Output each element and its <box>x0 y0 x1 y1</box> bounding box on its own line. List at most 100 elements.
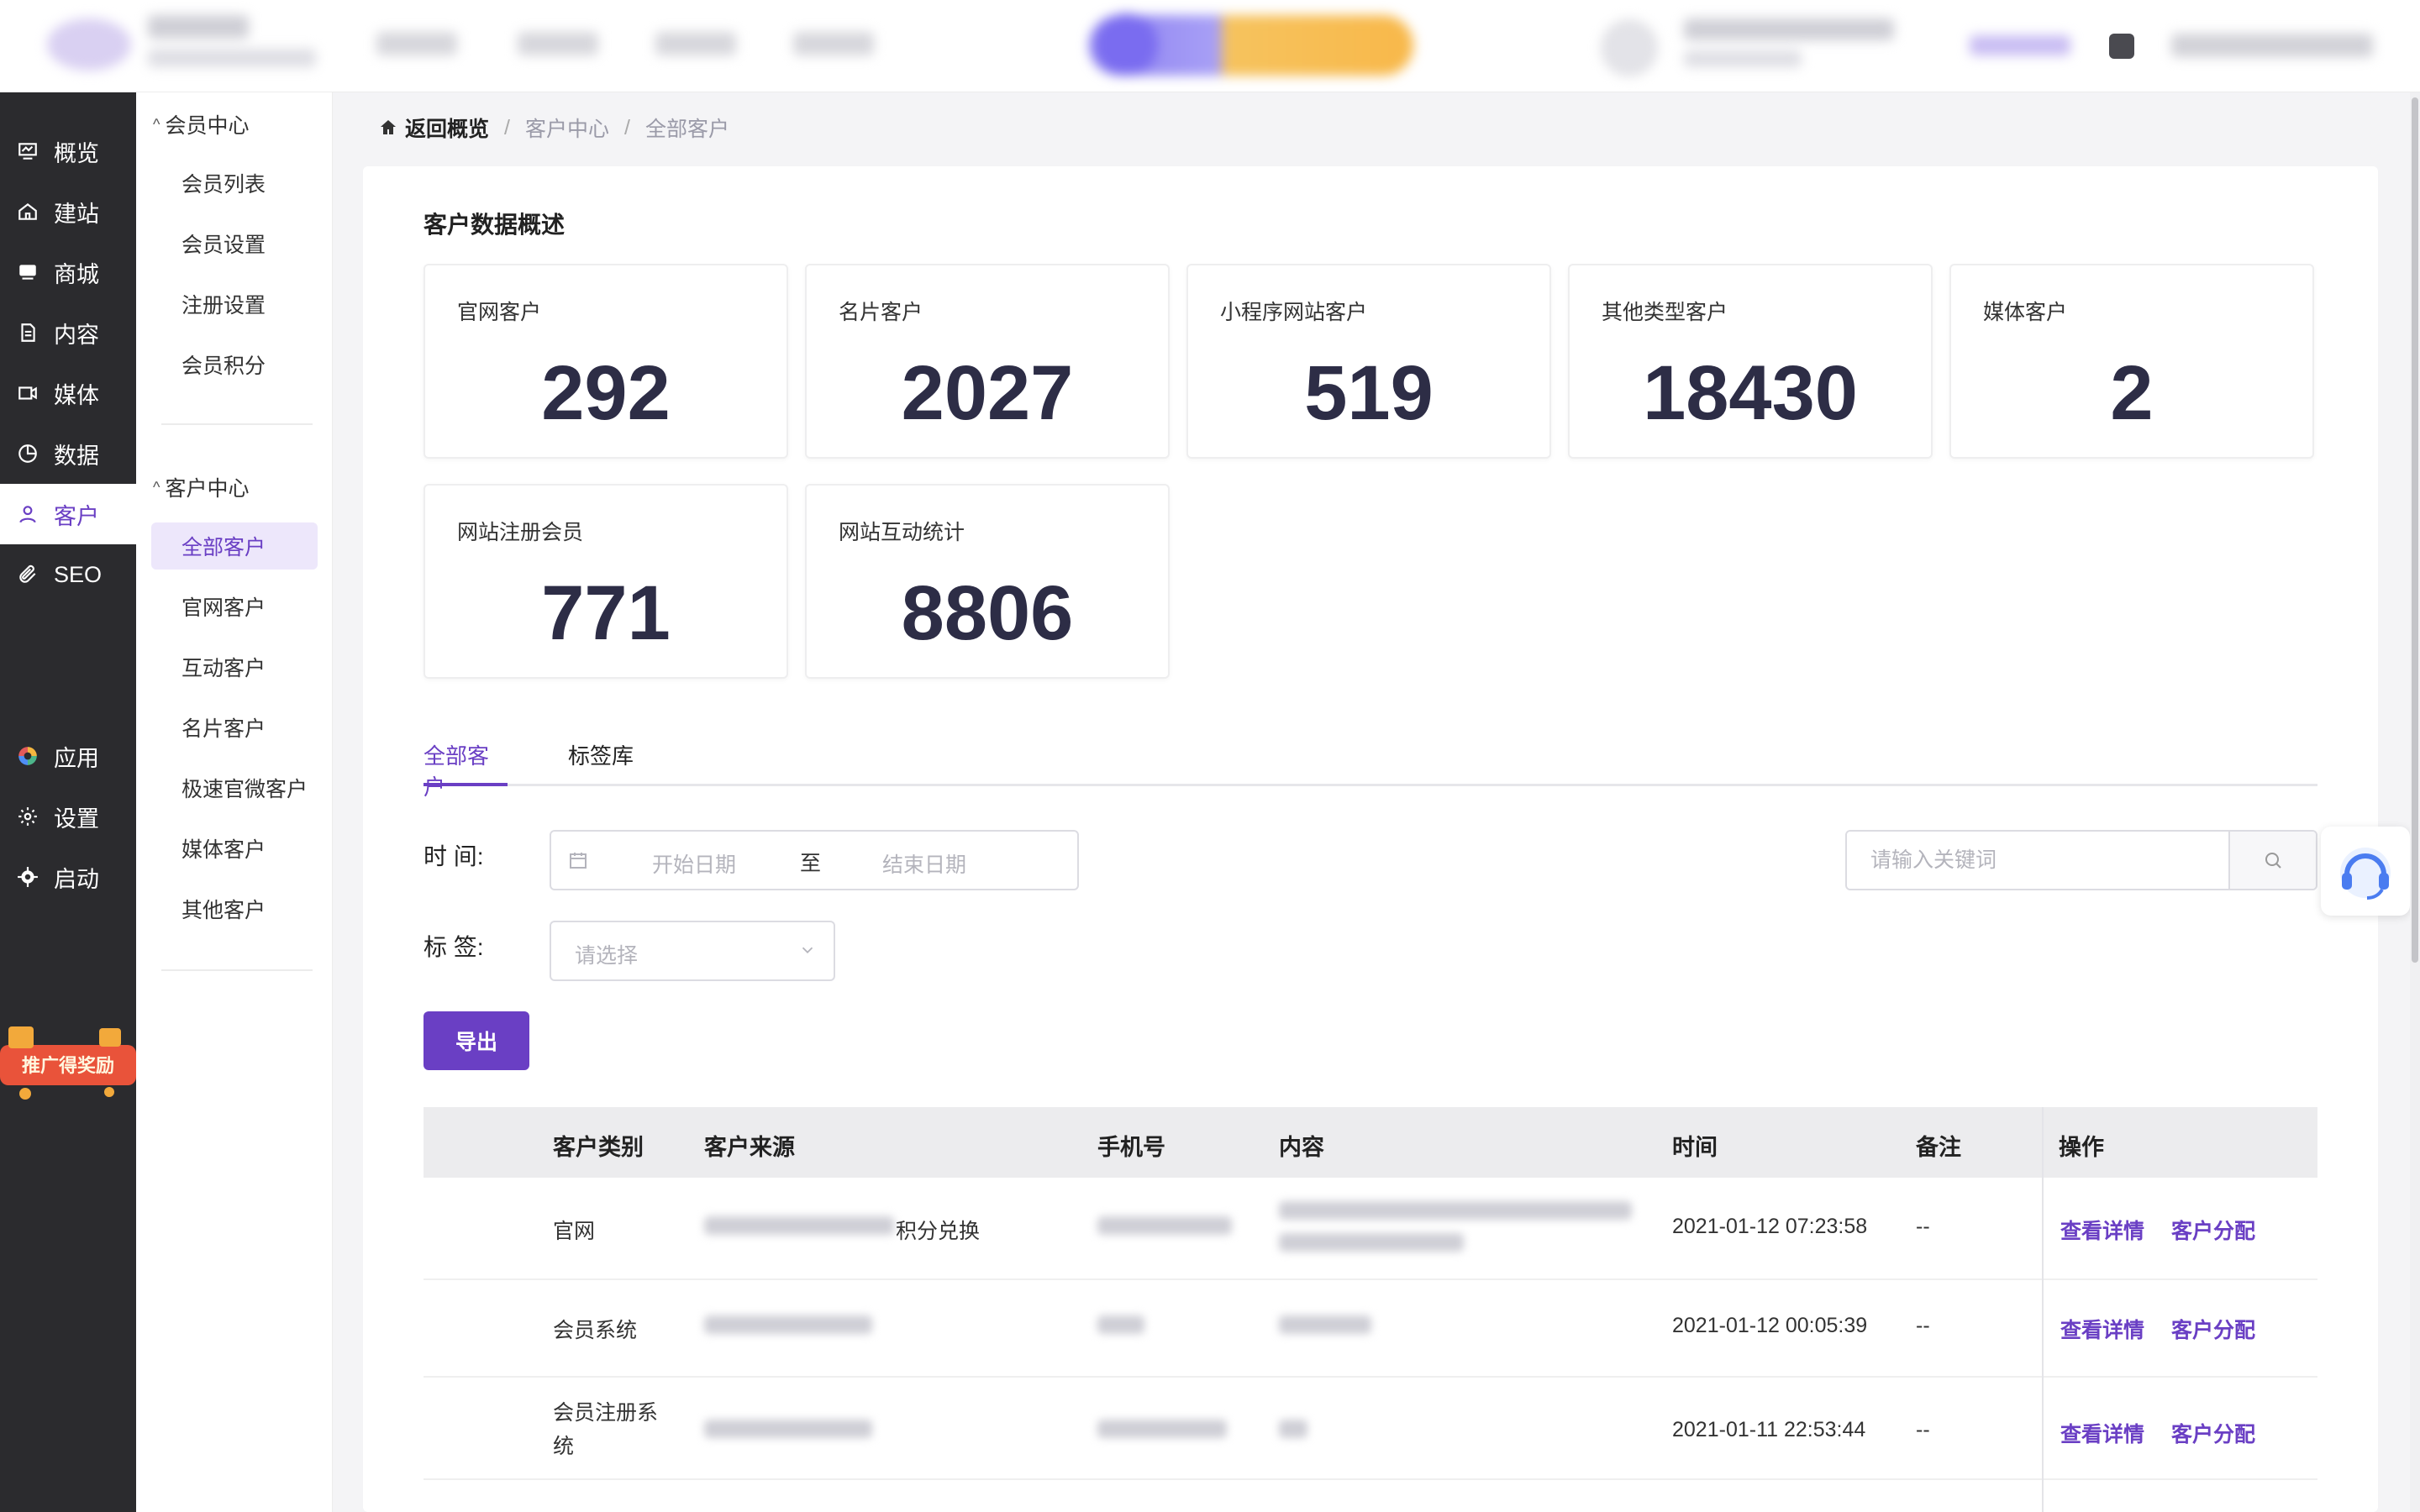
chevron-up-icon: ^ <box>153 478 160 496</box>
stat-card-miniprogram-customers[interactable]: 小程序网站客户 519 <box>1186 264 1551 459</box>
nav-item-customers[interactable]: 客户 <box>0 484 136 544</box>
tag-select[interactable]: 请选择 <box>550 921 835 981</box>
date-range-picker[interactable]: 开始日期 至 结束日期 <box>550 830 1079 890</box>
user-name-blurred <box>1684 18 1894 40</box>
stat-card-other-customers[interactable]: 其他类型客户 18430 <box>1568 264 1933 459</box>
top-nav-item[interactable] <box>793 32 874 55</box>
customer-support-button[interactable] <box>2321 827 2410 916</box>
customer-tabs: 全部客户 标签库 <box>424 731 2317 800</box>
table-row[interactable]: 官网 积分兑换 2021-01-12 07:23:58 -- 查看详情 客户分配 <box>424 1178 2317 1280</box>
cell-source-blurred <box>704 1315 872 1334</box>
assign-customer-link[interactable]: 客户分配 <box>2171 1314 2255 1344</box>
view-detail-link[interactable]: 查看详情 <box>2060 1418 2144 1448</box>
section-title: 客户数据概述 <box>424 212 566 238</box>
breadcrumb-customer-center[interactable]: 客户中心 <box>525 113 609 143</box>
top-nav-item[interactable] <box>518 32 598 55</box>
tag-filter-label: 标 签: <box>424 934 484 960</box>
gear-icon <box>17 806 39 827</box>
subnav-label: 互动客户 <box>182 657 266 680</box>
top-nav-item[interactable] <box>376 32 457 55</box>
start-date-input[interactable]: 开始日期 <box>652 848 736 879</box>
subnav-label: 会员设置 <box>182 234 266 257</box>
col-header-source: 客户来源 <box>704 1135 795 1160</box>
subnav-item-member-list[interactable]: 会员列表 <box>151 160 318 207</box>
nav-item-site[interactable]: 建站 <box>0 181 136 242</box>
keyword-search[interactable] <box>1845 830 2317 890</box>
end-date-input[interactable]: 结束日期 <box>882 848 966 879</box>
subnav-label: 会员积分 <box>182 354 266 378</box>
cell-content-blurred <box>1279 1315 1371 1334</box>
export-button[interactable]: 导出 <box>424 1011 529 1070</box>
search-button[interactable] <box>2228 832 2316 889</box>
top-nav-item[interactable] <box>655 32 736 55</box>
stat-card-site-interactions[interactable]: 网站互动统计 8806 <box>805 484 1170 679</box>
video-icon <box>17 382 39 404</box>
group-customer-center[interactable]: ^ 客户中心 <box>153 472 249 502</box>
subnav-item-member-points[interactable]: 会员积分 <box>151 341 318 388</box>
referral-promo-badge[interactable]: 推广得奖励 <box>0 1023 136 1100</box>
subnav-item-register-settings[interactable]: 注册设置 <box>151 281 318 328</box>
account-menu-blurred[interactable] <box>2171 34 2373 57</box>
subnav-label: 官网客户 <box>182 596 266 620</box>
cell-phone-blurred <box>1097 1216 1232 1235</box>
nav-item-data[interactable]: 数据 <box>0 423 136 484</box>
view-detail-link[interactable]: 查看详情 <box>2060 1215 2144 1245</box>
subnav-item-member-settings[interactable]: 会员设置 <box>151 220 318 267</box>
nav-item-launch[interactable]: 启动 <box>0 847 136 907</box>
nav-item-store[interactable]: 商城 <box>0 242 136 302</box>
nav-item-content[interactable]: 内容 <box>0 302 136 363</box>
cell-content-blurred <box>1279 1420 1307 1438</box>
stat-label: 网站注册会员 <box>457 521 584 544</box>
group-label: 客户中心 <box>165 477 250 501</box>
customer-table: 客户类别 客户来源 手机号 内容 时间 备注 操作 官网 积分兑换 2021-0… <box>424 1107 2317 1512</box>
subnav-item-media-customers[interactable]: 媒体客户 <box>151 825 318 872</box>
nav-item-settings[interactable]: 设置 <box>0 786 136 847</box>
nav-item-overview[interactable]: 概览 <box>0 121 136 181</box>
nav-label: 媒体 <box>54 382 99 408</box>
breadcrumb-home[interactable]: 返回概览 <box>378 113 489 143</box>
cell-source-blurred <box>704 1216 894 1235</box>
view-detail-link[interactable]: 查看详情 <box>2060 1314 2144 1344</box>
stat-label: 官网客户 <box>457 301 542 324</box>
stat-card-registered-members[interactable]: 网站注册会员 771 <box>424 484 788 679</box>
subnav-item-interactive-customers[interactable]: 互动客户 <box>151 643 318 690</box>
subnav-item-fast-site-customers[interactable]: 极速官微客户 <box>151 764 318 811</box>
table-row[interactable]: 会员注册系统 2021-01-11 22:53:44 -- 查看详情 客户分配 <box>424 1378 2317 1480</box>
tab-all-customers[interactable]: 全部客户 <box>424 739 508 800</box>
cell-phone-blurred <box>1097 1315 1144 1334</box>
nav-label: 启动 <box>54 866 99 892</box>
table-header: 客户类别 客户来源 手机号 内容 时间 备注 操作 <box>424 1107 2317 1178</box>
nav-item-media[interactable]: 媒体 <box>0 363 136 423</box>
stat-card-media-customers[interactable]: 媒体客户 2 <box>1949 264 2314 459</box>
search-input[interactable] <box>1847 832 2230 889</box>
subnav-item-all-customers[interactable]: 全部客户 <box>151 522 318 570</box>
stat-value: 2027 <box>901 350 1074 436</box>
col-header-type: 客户类别 <box>553 1135 644 1160</box>
stat-card-card-customers[interactable]: 名片客户 2027 <box>805 264 1170 459</box>
subnav-item-other-customers[interactable]: 其他客户 <box>151 885 318 932</box>
nav-item-seo[interactable]: SEO <box>0 544 136 605</box>
subnav-item-site-customers[interactable]: 官网客户 <box>151 583 318 630</box>
subnav-item-card-customers[interactable]: 名片客户 <box>151 704 318 751</box>
time-filter-label: 时 间: <box>424 843 484 869</box>
group-member-center[interactable]: ^ 会员中心 <box>153 109 249 139</box>
assign-customer-link[interactable]: 客户分配 <box>2171 1418 2255 1448</box>
table-row[interactable]: 会员系统 2021-01-12 00:05:39 -- 查看详情 客户分配 <box>424 1280 2317 1378</box>
assign-customer-link[interactable]: 客户分配 <box>2171 1215 2255 1245</box>
avatar[interactable] <box>1602 20 1657 76</box>
cell-phone-blurred <box>1097 1420 1227 1438</box>
group-label: 会员中心 <box>165 114 250 138</box>
breadcrumb-separator: / <box>504 115 510 139</box>
stat-value: 519 <box>1304 350 1434 436</box>
home-icon <box>381 120 396 134</box>
stat-value: 18430 <box>1643 350 1858 436</box>
pie-chart-icon <box>17 443 39 465</box>
scrollbar-thumb[interactable] <box>2412 97 2418 963</box>
cell-type: 官网 <box>553 1220 596 1243</box>
tab-tag-library[interactable]: 标签库 <box>568 739 634 786</box>
user-link-blurred[interactable] <box>1970 35 2070 55</box>
user-icon <box>17 503 39 525</box>
nav-item-apps[interactable]: 应用 <box>0 726 136 786</box>
message-icon[interactable] <box>2109 34 2134 59</box>
stat-card-site-customers[interactable]: 官网客户 292 <box>424 264 788 459</box>
